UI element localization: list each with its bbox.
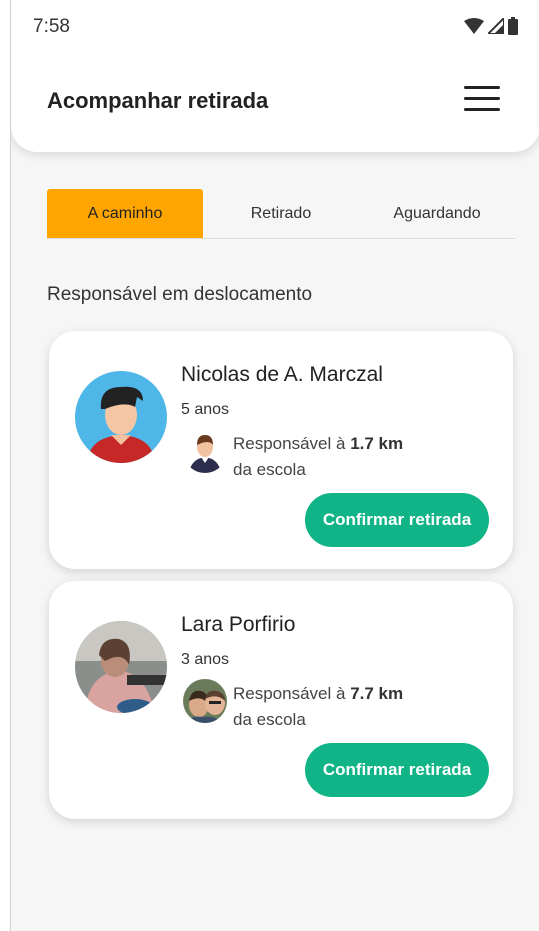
battery-icon xyxy=(508,17,518,35)
child-name: Nicolas de A. Marczal xyxy=(181,363,383,386)
section-label: Responsável em deslocamento xyxy=(47,284,313,305)
confirm-pickup-button[interactable]: Confirmar retirada xyxy=(305,743,489,797)
status-icons xyxy=(464,17,518,35)
tab-retirado[interactable]: Retirado xyxy=(203,189,359,238)
guardian-distance-suffix: da escola xyxy=(233,710,306,729)
child-name: Lara Porfirio xyxy=(181,613,296,636)
tab-bar: A caminho Retirado Aguardando xyxy=(47,189,515,239)
wifi-icon xyxy=(464,18,484,34)
child-age: 3 anos xyxy=(181,651,230,668)
guardian-distance-prefix: Responsável à xyxy=(233,684,346,703)
hamburger-menu-icon[interactable] xyxy=(464,86,500,114)
child-avatar xyxy=(75,371,167,463)
status-bar: 7:58 xyxy=(11,0,539,50)
guardian-distance-suffix: da escola xyxy=(233,460,306,479)
guardian-distance-value: 7.7 km xyxy=(350,684,404,703)
guardian-distance-prefix: Responsável à xyxy=(233,434,346,453)
tab-aguardando[interactable]: Aguardando xyxy=(359,189,515,238)
confirm-pickup-button[interactable]: Confirmar retirada xyxy=(305,493,489,547)
guardian-distance-value: 1.7 km xyxy=(350,434,404,453)
child-avatar xyxy=(75,621,167,713)
phone-frame: 7:58 Acompanhar retirada A caminho Retir… xyxy=(10,0,539,931)
status-time: 7:58 xyxy=(33,16,70,37)
signal-icon xyxy=(488,18,504,34)
guardian-avatar xyxy=(183,679,227,723)
page-title: Acompanhar retirada xyxy=(47,88,269,113)
app-header: Acompanhar retirada xyxy=(11,40,539,152)
guardian-distance-text: Responsável à 1.7 km da escola xyxy=(233,431,403,483)
tab-a-caminho[interactable]: A caminho xyxy=(47,189,203,238)
child-card: Lara Porfirio 3 anos Responsável à 7.7 k… xyxy=(49,581,513,819)
guardian-avatar xyxy=(183,429,227,473)
child-card: Nicolas de A. Marczal 5 anos Responsável… xyxy=(49,331,513,569)
child-age: 5 anos xyxy=(181,401,230,418)
guardian-distance-text: Responsável à 7.7 km da escola xyxy=(233,681,403,733)
